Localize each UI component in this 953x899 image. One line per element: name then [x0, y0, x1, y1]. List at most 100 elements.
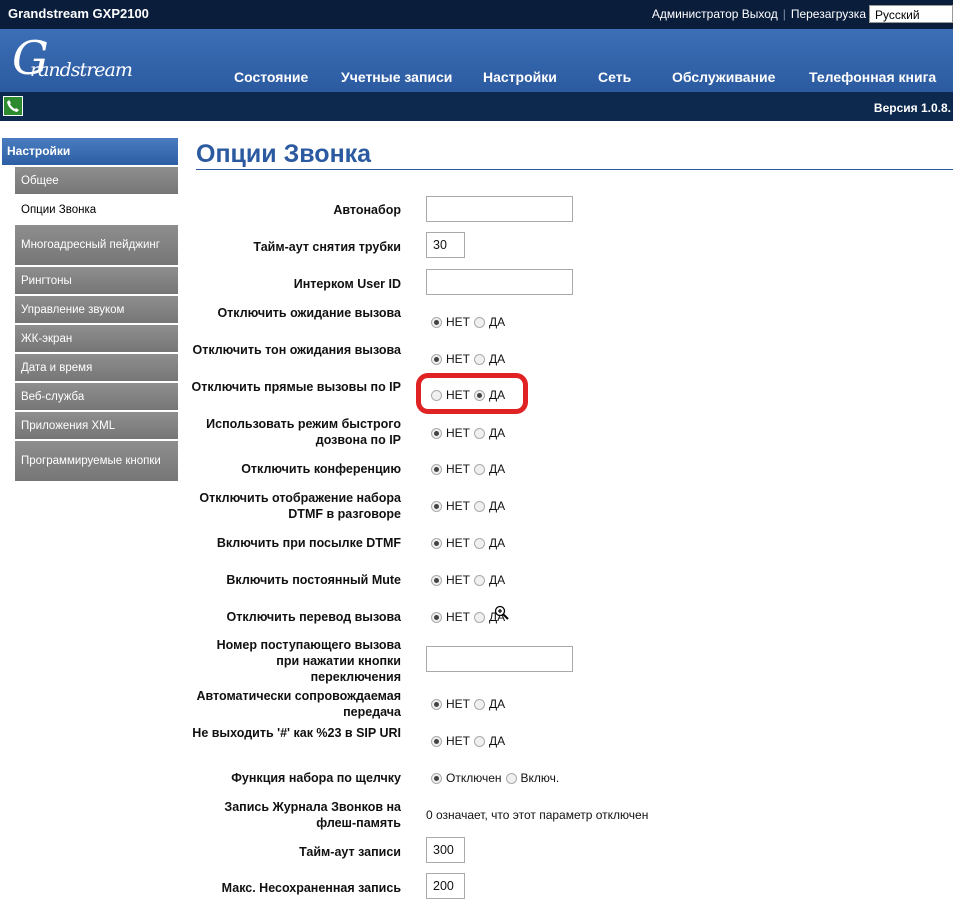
radio-yes-label: ДА: [489, 573, 506, 587]
radio-no[interactable]: [431, 316, 442, 328]
nav-status[interactable]: Состояние: [234, 69, 308, 85]
radio-yes-label: ДА: [489, 352, 506, 366]
reboot-link[interactable]: Перезагрузка: [791, 7, 866, 21]
radio-no-label: НЕТ: [446, 462, 470, 476]
nav-maintenance[interactable]: Обслуживание: [672, 69, 775, 85]
click-to-dial-label: Функция набора по щелчку: [231, 771, 401, 785]
grandstream-logo: G randstream: [8, 31, 133, 87]
radio-yes[interactable]: [474, 463, 485, 475]
disable-conference-label: Отключить конференцию: [241, 462, 401, 476]
sidebar-item-lcd[interactable]: ЖК-экран: [15, 325, 178, 352]
disable-call-waiting-tone-label: Отключить тон ожидания вызова: [192, 343, 401, 357]
max-unsaved-record-input[interactable]: [426, 873, 465, 899]
radio-yes[interactable]: [474, 574, 485, 586]
constant-mute-label: Включить постоянный Mute: [226, 573, 401, 587]
firmware-version: Версия 1.0.8.: [873, 101, 951, 115]
radio-yes[interactable]: [474, 698, 485, 710]
sidebar-item-audio-control[interactable]: Управление звуком: [15, 296, 178, 323]
radio-no-label: НЕТ: [446, 426, 470, 440]
phone-icon[interactable]: [3, 96, 23, 116]
quick-ip-call-radios: НЕТ ДА: [431, 426, 509, 440]
sidebar-item-call-options[interactable]: Опции Звонка: [15, 196, 178, 223]
radio-yes-label: ДА: [489, 734, 506, 748]
sidebar-item-general[interactable]: Общее: [15, 167, 178, 194]
top-links: Администратор Выход | Перезагрузка: [652, 7, 866, 21]
radio-no[interactable]: [431, 427, 442, 439]
radio-no[interactable]: [431, 698, 442, 710]
radio-yes-label: ДА: [489, 697, 506, 711]
disable-conference-radios: НЕТ ДА: [431, 462, 509, 476]
sidebar-item-web-service[interactable]: Веб-служба: [15, 383, 178, 410]
sidebar-item-multicast-paging[interactable]: Многоадресный пейджинг: [15, 225, 178, 265]
logo-wordmark: randstream: [30, 59, 133, 81]
highlight-box: [416, 373, 528, 414]
sub-bar: Версия 1.0.8.: [0, 92, 953, 121]
nav-phonebook[interactable]: Телефонная книга: [809, 69, 936, 85]
disable-call-waiting-radios: НЕТ ДА: [431, 315, 509, 329]
radio-no[interactable]: [431, 735, 442, 747]
radio-no-label: НЕТ: [446, 536, 470, 550]
radio-no-label: НЕТ: [446, 734, 470, 748]
radio-yes-label: ДА: [489, 426, 506, 440]
auto-attended-transfer-label: Автоматически сопровождаемая передача: [196, 689, 402, 719]
constant-mute-radios: НЕТ ДА: [431, 573, 509, 587]
max-unsaved-record-label: Макс. Несохраненная запись: [221, 881, 401, 895]
nav-settings[interactable]: Настройки: [483, 69, 557, 85]
hide-dtmf-radios: НЕТ ДА: [431, 499, 509, 513]
autodial-input[interactable]: [426, 196, 573, 222]
radio-no-label: НЕТ: [446, 573, 470, 587]
offhook-timeout-input[interactable]: [426, 232, 465, 258]
offhook-timeout-label: Тайм-аут снятия трубки: [253, 240, 401, 254]
radio-yes[interactable]: [474, 316, 485, 328]
radio-no-label: НЕТ: [446, 499, 470, 513]
radio-on[interactable]: [505, 772, 517, 784]
no-escape-hash-label: Не выходить '#' как %23 в SIP URI: [192, 726, 401, 740]
record-timeout-input[interactable]: [426, 837, 465, 863]
radio-yes[interactable]: [474, 353, 485, 365]
radio-off-label: Отключен: [446, 771, 502, 785]
radio-yes[interactable]: [474, 537, 485, 549]
disable-direct-ip-call-label: Отключить прямые вызовы по IP: [191, 380, 401, 394]
auto-attended-transfer-radios: НЕТ ДА: [431, 697, 509, 711]
radio-yes[interactable]: [474, 500, 485, 512]
sidebar-item-date-time[interactable]: Дата и время: [15, 354, 178, 381]
nav-network[interactable]: Сеть: [598, 69, 631, 85]
radio-yes[interactable]: [474, 735, 485, 747]
radio-no[interactable]: [431, 463, 442, 475]
incoming-switch-number-input[interactable]: [426, 646, 573, 672]
link-separator: |: [782, 7, 786, 21]
radio-no-label: НЕТ: [446, 610, 470, 624]
sidebar-header[interactable]: Настройки: [2, 138, 178, 165]
radio-no[interactable]: [431, 574, 442, 586]
device-model: Grandstream GXP2100: [8, 6, 149, 21]
intercom-user-id-input[interactable]: [426, 269, 573, 295]
sidebar-item-xml-apps[interactable]: Приложения XML: [15, 412, 178, 439]
radio-yes[interactable]: [474, 611, 485, 623]
radio-yes-label: ДА: [489, 499, 506, 513]
radio-no[interactable]: [431, 611, 442, 623]
radio-yes-label: ДА: [489, 315, 506, 329]
hide-dtmf-label: Отключить отображение набора DTMF в разг…: [199, 491, 401, 521]
sidebar-item-ringtones[interactable]: Рингтоны: [15, 267, 178, 294]
call-log-flash-label: Запись Журнала Звонков на флеш-память: [224, 800, 401, 830]
disable-call-waiting-label: Отключить ожидание вызова: [217, 306, 401, 320]
top-bar: Grandstream GXP2100 Администратор Выход |…: [0, 0, 953, 29]
radio-off[interactable]: [431, 772, 442, 784]
sidebar-item-programmable-keys[interactable]: Программируемые кнопки: [15, 441, 178, 481]
radio-no-label: НЕТ: [446, 697, 470, 711]
admin-logout-link[interactable]: Администратор Выход: [652, 7, 778, 21]
radio-no[interactable]: [431, 353, 442, 365]
radio-no-label: НЕТ: [446, 352, 470, 366]
radio-no[interactable]: [431, 537, 442, 549]
radio-yes-label: ДА: [489, 536, 506, 550]
radio-no[interactable]: [431, 500, 442, 512]
language-select[interactable]: Русский: [869, 5, 953, 23]
nav-accounts[interactable]: Учетные записи: [341, 69, 452, 85]
radio-on-label: Включ.: [520, 771, 560, 785]
header: G randstream Состояние Учетные записи На…: [0, 29, 953, 92]
disable-call-waiting-tone-radios: НЕТ ДА: [431, 352, 509, 366]
radio-yes[interactable]: [474, 427, 485, 439]
intercom-user-id-label: Интерком User ID: [293, 277, 401, 291]
click-to-dial-radios: Отключен Включ.: [431, 771, 563, 785]
radio-no-label: НЕТ: [446, 315, 470, 329]
